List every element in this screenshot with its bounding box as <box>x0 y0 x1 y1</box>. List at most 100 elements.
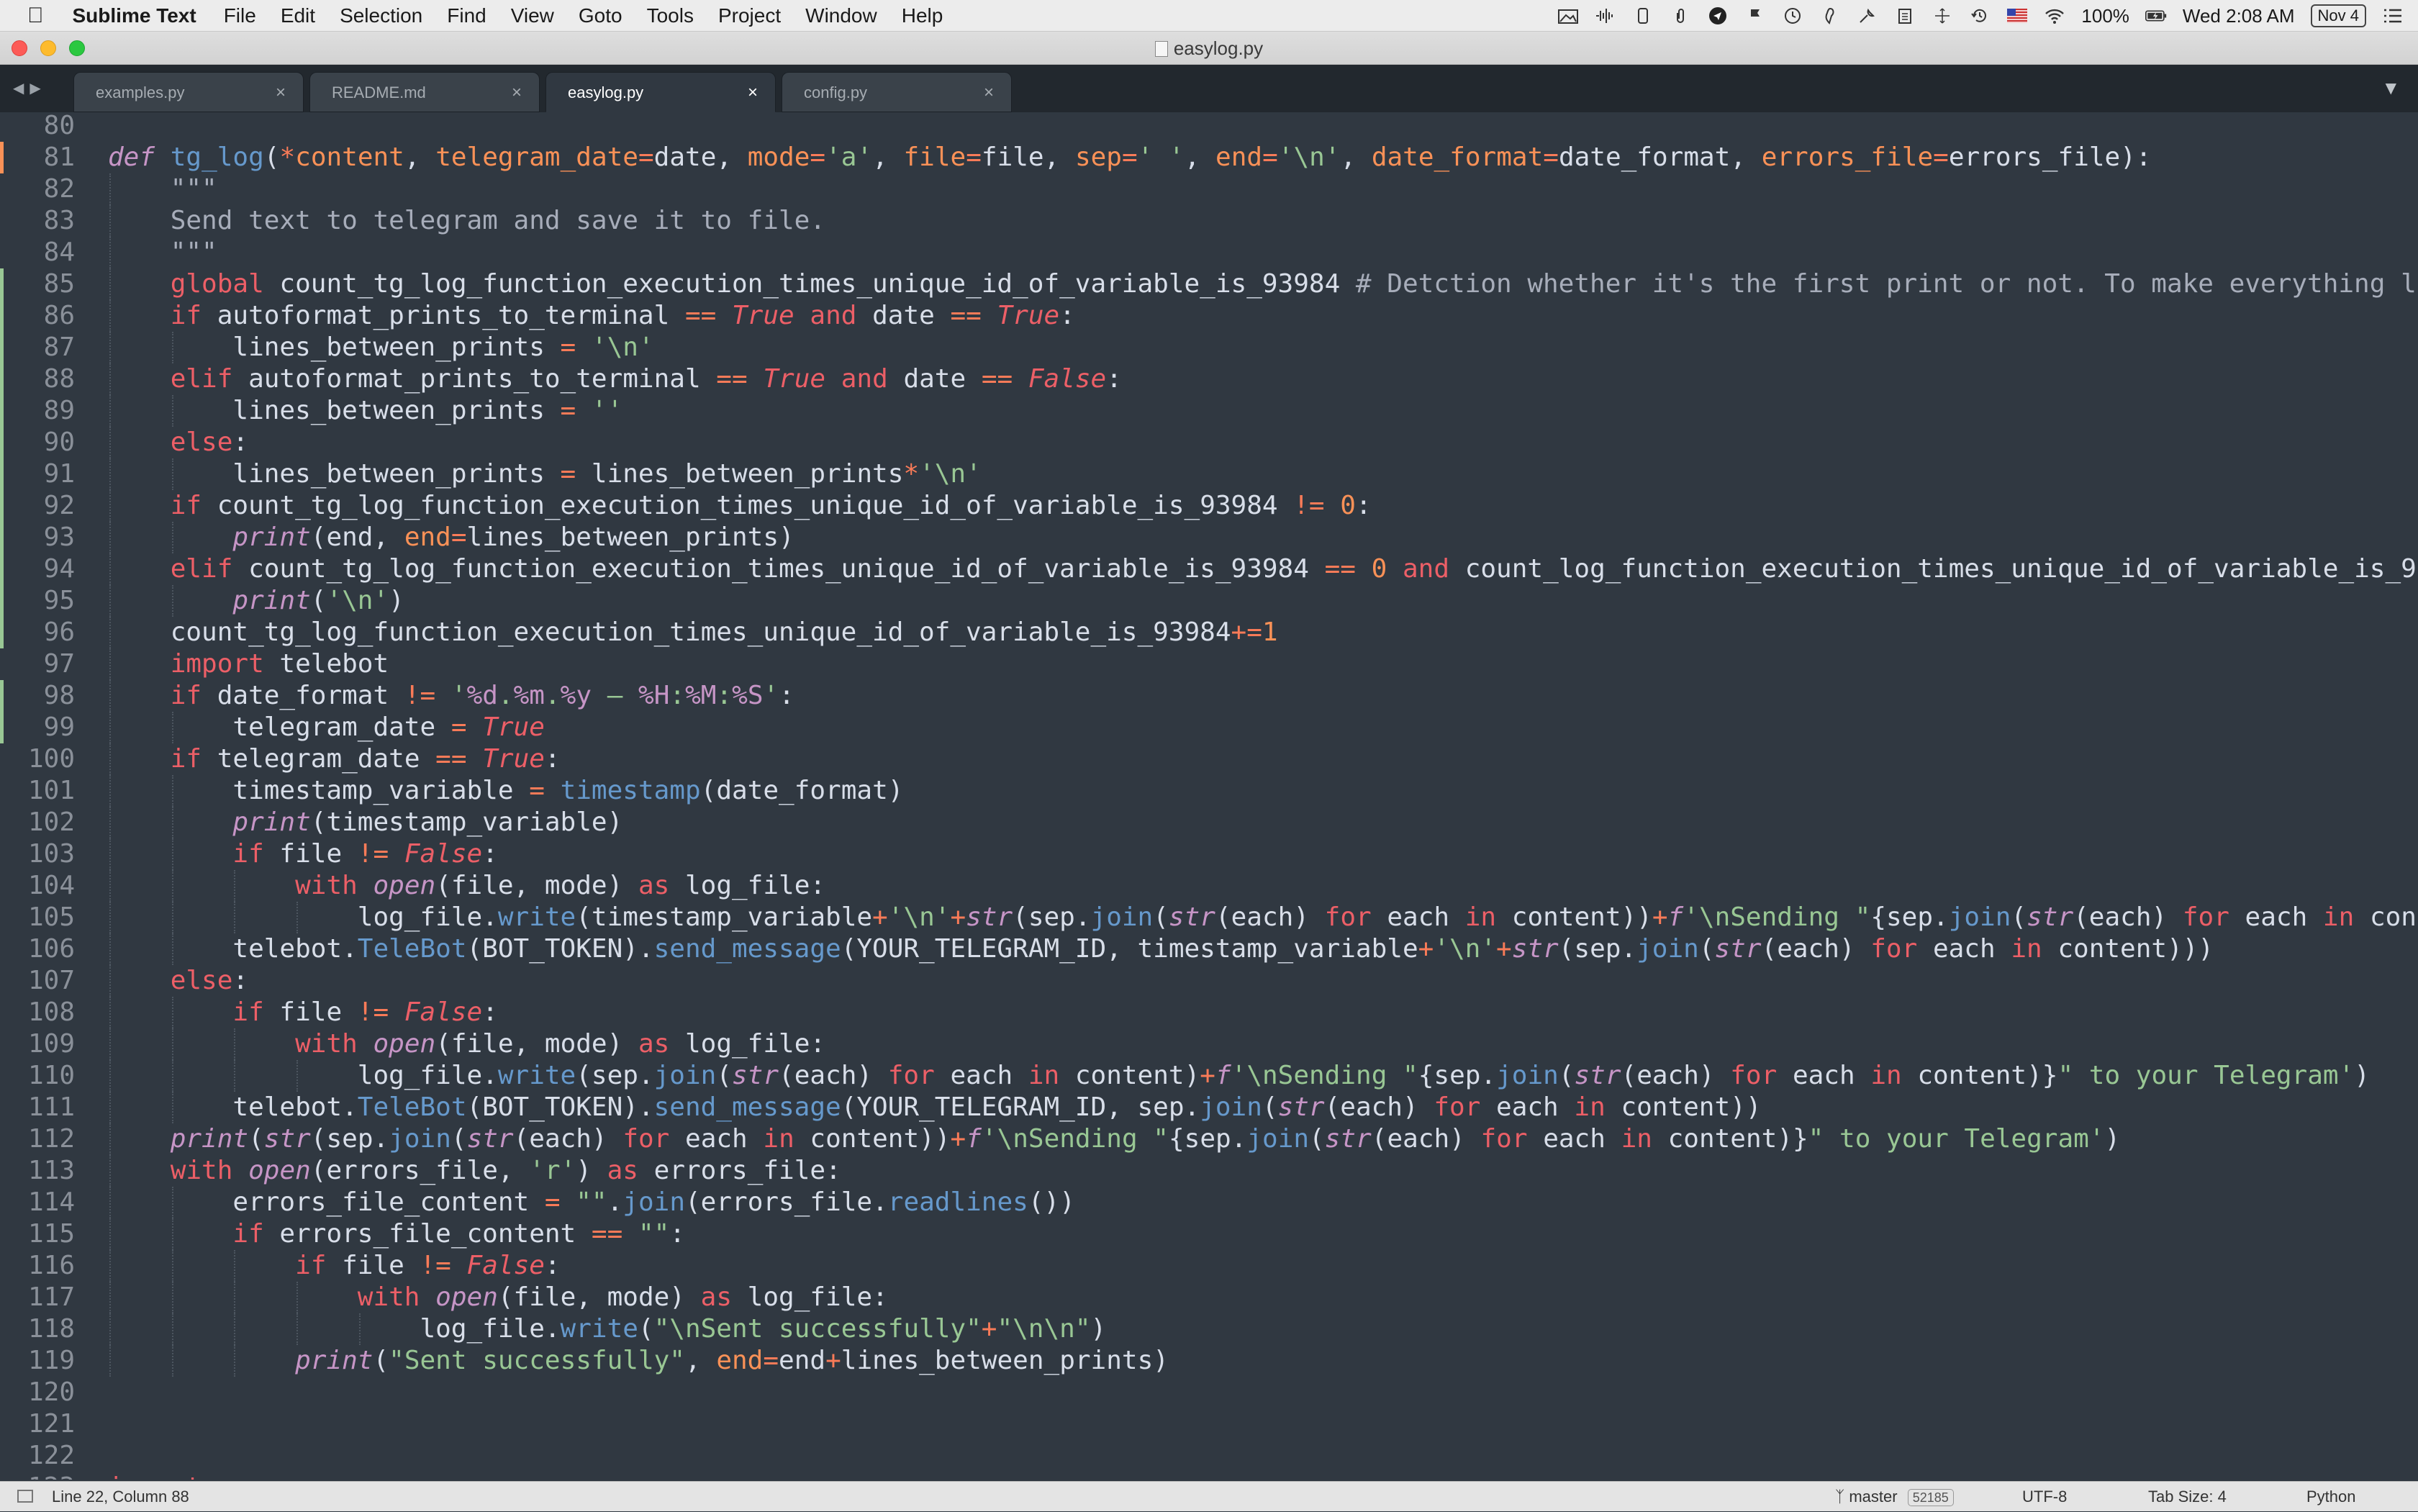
code-line[interactable]: 98 if date_format != '%d.%m.%y – %H:%M:%… <box>0 680 2418 712</box>
code-line[interactable]: 89 lines_between_prints = '' <box>0 395 2418 427</box>
code-text[interactable]: if file != False: <box>108 1250 561 1282</box>
code-text[interactable]: print("Sent successfully", end=end+lines… <box>108 1345 1169 1377</box>
code-text[interactable]: count_tg_log_function_execution_times_un… <box>108 617 1278 648</box>
us-flag-icon[interactable] <box>2006 6 2028 25</box>
code-text[interactable]: import os <box>108 1472 248 1480</box>
code-text[interactable]: global count_tg_log_function_execution_t… <box>108 268 2417 300</box>
code-text[interactable]: else: <box>108 427 248 458</box>
code-line[interactable]: 105 log_file.write(timestamp_variable+'\… <box>0 902 2418 933</box>
menu-find[interactable]: Find <box>447 4 486 27</box>
code-line[interactable]: 99 telegram_date = True <box>0 712 2418 743</box>
code-text[interactable]: Send text to telegram and save it to fil… <box>108 205 825 237</box>
tab-list-dropdown-icon[interactable]: ▼ <box>2386 79 2396 96</box>
code-text[interactable]: print(timestamp_variable) <box>108 807 622 838</box>
tab-examples-py[interactable]: examples.py × <box>73 72 304 112</box>
code-text[interactable]: print(end, end=lines_between_prints) <box>108 522 794 553</box>
tab-close-icon[interactable]: × <box>276 73 286 113</box>
code-text[interactable]: log_file.write(sep.join(str(each) for ea… <box>108 1060 2370 1092</box>
code-line[interactable]: 120 <box>0 1377 2418 1408</box>
code-text[interactable]: with open(file, mode) as log_file: <box>108 1282 888 1313</box>
clipboard-icon[interactable] <box>1894 6 1916 25</box>
code-line[interactable]: 90 else: <box>0 427 2418 458</box>
code-line[interactable]: 95 print('\n') <box>0 585 2418 617</box>
code-line[interactable]: 107 else: <box>0 965 2418 997</box>
code-line[interactable]: 122 <box>0 1440 2418 1472</box>
flag-icon[interactable] <box>1744 6 1766 25</box>
code-line[interactable]: 88 elif autoformat_prints_to_terminal ==… <box>0 363 2418 395</box>
code-line[interactable]: 100 if telegram_date == True: <box>0 743 2418 775</box>
code-text[interactable]: lines_between_prints = '' <box>108 395 622 427</box>
menu-app-name[interactable]: Sublime Text <box>73 4 196 27</box>
code-text[interactable]: if file != False: <box>108 838 498 870</box>
code-text[interactable]: print(str(sep.join(str(each) for each in… <box>108 1123 2120 1155</box>
tab-close-icon[interactable]: × <box>984 73 994 113</box>
code-line[interactable]: 112 print(str(sep.join(str(each) for eac… <box>0 1123 2418 1155</box>
code-text[interactable]: if errors_file_content == "": <box>108 1218 685 1250</box>
code-line[interactable]: 87 lines_between_prints = '\n' <box>0 332 2418 363</box>
code-text[interactable]: else: <box>108 965 248 997</box>
code-line[interactable]: 119 print("Sent successfully", end=end+l… <box>0 1345 2418 1377</box>
audio-waveform-icon[interactable] <box>1595 6 1616 25</box>
code-line[interactable]: 111 telebot.TeleBot(BOT_TOKEN).send_mess… <box>0 1092 2418 1123</box>
code-line[interactable]: 94 elif count_tg_log_function_execution_… <box>0 553 2418 585</box>
code-line[interactable]: 109 with open(file, mode) as log_file: <box>0 1028 2418 1060</box>
syntax-selector[interactable]: Python <box>2306 1482 2356 1512</box>
code-line[interactable]: 85 global count_tg_log_function_executio… <box>0 268 2418 300</box>
menu-tools[interactable]: Tools <box>647 4 694 27</box>
code-text[interactable]: """ <box>108 237 217 268</box>
code-line[interactable]: 81 def tg_log(*content, telegram_date=dat… <box>0 142 2418 173</box>
code-text[interactable]: telegram_date = True <box>108 712 545 743</box>
code-text[interactable]: """ <box>108 173 217 205</box>
wifi-icon[interactable] <box>2044 6 2065 25</box>
battery-charging-icon[interactable] <box>2145 6 2167 25</box>
code-line[interactable]: 114 errors_file_content = "".join(errors… <box>0 1187 2418 1218</box>
code-line[interactable]: 80 <box>0 112 2418 142</box>
code-text[interactable]: lines_between_prints = lines_between_pri… <box>108 458 981 490</box>
menu-help[interactable]: Help <box>902 4 943 27</box>
code-text[interactable]: timestamp_variable = timestamp(date_form… <box>108 775 903 807</box>
code-line[interactable]: 113 with open(errors_file, 'r') as error… <box>0 1155 2418 1187</box>
code-text[interactable]: lines_between_prints = '\n' <box>108 332 653 363</box>
wrench-icon[interactable] <box>1857 6 1878 25</box>
code-text[interactable]: telebot.TeleBot(BOT_TOKEN).send_message(… <box>108 1092 1761 1123</box>
code-text[interactable]: elif autoformat_prints_to_terminal == Tr… <box>108 363 1122 395</box>
menu-edit[interactable]: Edit <box>281 4 315 27</box>
code-line[interactable]: 118 log_file.write("\nSent successfully"… <box>0 1313 2418 1345</box>
tab-readme-md[interactable]: README.md × <box>309 72 540 112</box>
code-text[interactable]: import telebot <box>108 648 389 680</box>
code-line[interactable]: 101 timestamp_variable = timestamp(date_… <box>0 775 2418 807</box>
code-line[interactable]: 115 if errors_file_content == "": <box>0 1218 2418 1250</box>
code-text[interactable]: with open(file, mode) as log_file: <box>108 1028 825 1060</box>
code-text[interactable]: log_file.write("\nSent successfully"+"\n… <box>108 1313 1106 1345</box>
menu-view[interactable]: View <box>511 4 554 27</box>
tab-size-setting[interactable]: Tab Size: 4 <box>2148 1482 2227 1512</box>
code-line[interactable]: 82 """ <box>0 173 2418 205</box>
panel-toggle-icon[interactable] <box>17 1490 33 1503</box>
code-line[interactable]: 108 if file != False: <box>0 997 2418 1028</box>
code-text[interactable]: if date_format != '%d.%m.%y – %H:%M:%S': <box>108 680 794 712</box>
code-text[interactable]: if autoformat_prints_to_terminal == True… <box>108 300 1075 332</box>
code-text[interactable]: def tg_log(*content, telegram_date=date,… <box>108 142 2152 173</box>
move-arrows-icon[interactable] <box>1932 6 1953 25</box>
code-text[interactable]: with open(errors_file, 'r') as errors_fi… <box>108 1155 841 1187</box>
code-line[interactable]: 121 <box>0 1408 2418 1440</box>
code-text[interactable]: telebot.TeleBot(BOT_TOKEN).send_message(… <box>108 933 2214 965</box>
menu-window[interactable]: Window <box>805 4 877 27</box>
notification-center-icon[interactable] <box>2382 6 2404 25</box>
code-line[interactable]: 86 if autoformat_prints_to_terminal == T… <box>0 300 2418 332</box>
code-line[interactable]: 103 if file != False: <box>0 838 2418 870</box>
time-machine-icon[interactable] <box>1969 6 1991 25</box>
send-arrow-icon[interactable] <box>1707 6 1729 25</box>
tab-nav-arrows-icon[interactable]: ◀▶ <box>13 79 47 96</box>
code-text[interactable]: with open(file, mode) as log_file: <box>108 870 825 902</box>
date-badge[interactable]: Nov 4 <box>2310 4 2366 27</box>
tab-close-icon[interactable]: × <box>512 73 522 113</box>
code-editor[interactable]: 80 81 def tg_log(*content, telegram_date=d… <box>0 112 2418 1480</box>
code-text[interactable]: errors_file_content = "".join(errors_fil… <box>108 1187 1074 1218</box>
code-line[interactable]: 116 if file != False: <box>0 1250 2418 1282</box>
apple-logo-icon[interactable]:  <box>27 4 44 28</box>
code-line[interactable]: 123 import os <box>0 1472 2418 1480</box>
code-line[interactable]: 96 count_tg_log_function_execution_times… <box>0 617 2418 648</box>
code-text[interactable]: log_file.write(timestamp_variable+'\n'+s… <box>108 902 2417 933</box>
menu-project[interactable]: Project <box>718 4 781 27</box>
